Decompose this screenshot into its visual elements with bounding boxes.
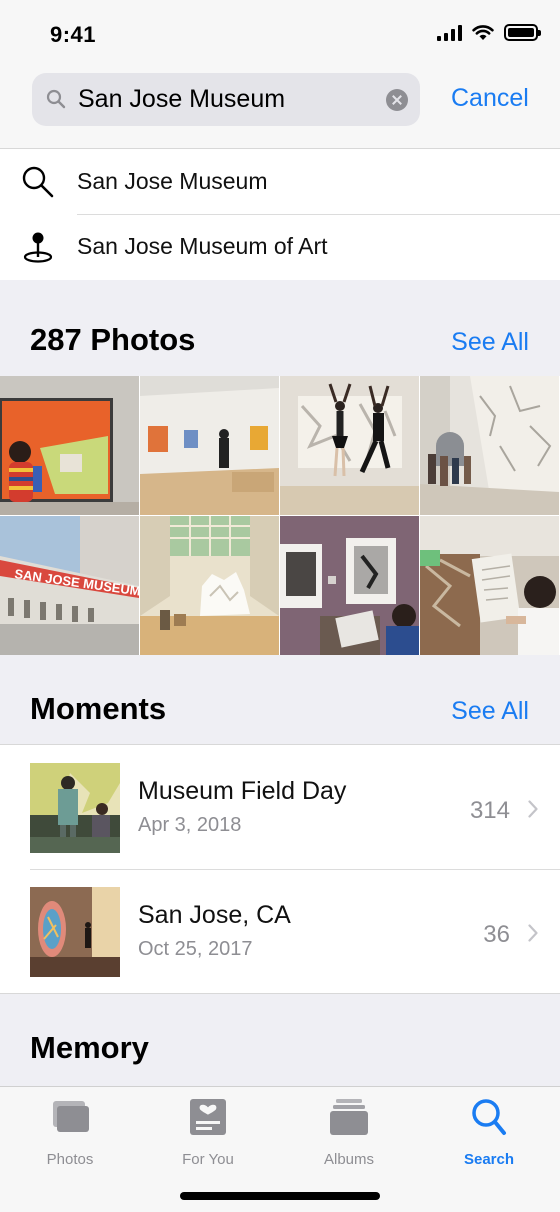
memory-section-header: Memory xyxy=(0,994,560,1086)
photos-icon xyxy=(53,1101,89,1132)
moment-thumbnail xyxy=(30,887,120,977)
photo-thumbnail[interactable] xyxy=(0,376,139,515)
tab-label: Photos xyxy=(46,1151,94,1168)
moment-date: Apr 3, 2018 xyxy=(138,814,242,836)
status-icons xyxy=(437,24,541,41)
moment-title: San Jose, CA xyxy=(138,901,291,929)
suggestion-label: San Jose Museum of Art xyxy=(77,233,328,259)
search-icon xyxy=(472,1099,506,1135)
tab-albums[interactable]: Albums xyxy=(294,1097,404,1168)
tab-label: For You xyxy=(182,1151,234,1168)
photo-thumbnail[interactable] xyxy=(420,376,559,515)
signal-icon xyxy=(437,24,462,41)
photo-thumbnail[interactable] xyxy=(420,516,559,655)
tab-for-you[interactable]: For You xyxy=(153,1097,263,1168)
tab-search[interactable]: Search xyxy=(434,1097,544,1168)
tab-photos[interactable]: Photos xyxy=(15,1097,125,1168)
for-you-icon xyxy=(190,1099,226,1135)
section-title: 287 Photos xyxy=(30,322,196,357)
moment-count: 36 xyxy=(483,921,510,948)
battery-icon xyxy=(504,24,541,41)
suggestions-list: San Jose Museum San Jose Museum of Art xyxy=(0,149,560,280)
section-title: Moments xyxy=(30,691,167,726)
suggestion-item[interactable]: San Jose Museum xyxy=(0,149,560,214)
photos-section-header: 287 Photos See All xyxy=(0,280,560,376)
home-indicator[interactable] xyxy=(180,1192,380,1200)
chevron-right-icon xyxy=(528,924,538,942)
search-icon xyxy=(46,89,66,109)
photo-thumbnail[interactable] xyxy=(280,376,419,515)
moment-row[interactable]: Museum Field Day Apr 3, 2018 314 xyxy=(0,745,560,869)
suggestion-label: San Jose Museum xyxy=(77,168,268,194)
suggestion-item[interactable]: San Jose Museum of Art xyxy=(0,214,560,279)
wifi-icon xyxy=(472,25,494,40)
photo-thumbnail[interactable] xyxy=(140,516,279,655)
moment-count: 314 xyxy=(469,797,510,824)
location-pin-icon xyxy=(23,232,53,263)
moment-row[interactable]: San Jose, CA Oct 25, 2017 36 xyxy=(0,869,560,993)
chevron-right-icon xyxy=(528,800,538,818)
photo-thumbnail[interactable] xyxy=(280,516,419,655)
cancel-button[interactable]: Cancel xyxy=(451,84,529,113)
photo-thumbnail[interactable]: SAN JOSE MUSEUM xyxy=(0,516,139,655)
photo-grid: SAN JOSE MUSEUM xyxy=(0,376,560,655)
photo-thumbnail[interactable] xyxy=(140,376,279,515)
clear-icon[interactable] xyxy=(386,89,408,111)
tab-label: Search xyxy=(463,1151,515,1168)
status-time: 9:41 xyxy=(50,22,97,47)
search-icon xyxy=(22,166,54,198)
tab-label: Albums xyxy=(323,1151,375,1168)
moment-title: Museum Field Day xyxy=(138,777,347,805)
moments-section-header: Moments See All xyxy=(0,655,560,744)
moment-date: Oct 25, 2017 xyxy=(138,938,253,960)
section-title: Memory xyxy=(30,1030,149,1065)
see-all-photos-button[interactable]: See All xyxy=(451,328,529,357)
search-header: Cancel xyxy=(0,70,560,149)
status-bar: 9:41 xyxy=(0,0,560,70)
search-field[interactable] xyxy=(32,73,420,126)
search-input[interactable] xyxy=(78,73,378,126)
see-all-moments-button[interactable]: See All xyxy=(451,697,529,726)
moment-thumbnail xyxy=(30,763,120,853)
moments-list: Museum Field Day Apr 3, 2018 314 San Jos… xyxy=(0,744,560,994)
albums-icon xyxy=(330,1099,368,1135)
